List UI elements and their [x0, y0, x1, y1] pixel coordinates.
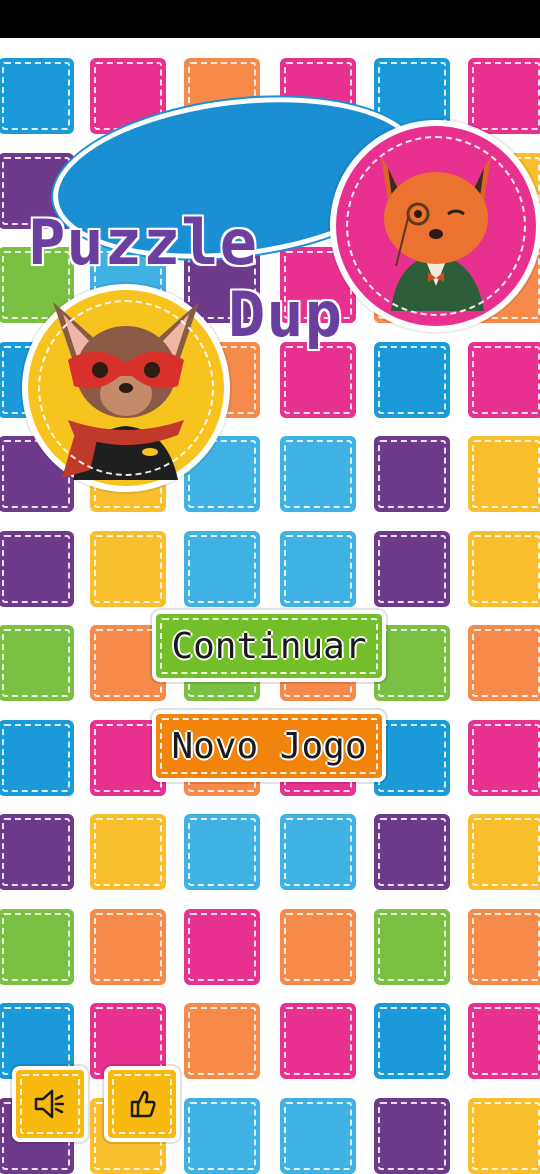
background-tile — [0, 909, 74, 985]
background-tile — [374, 436, 450, 512]
game-title-line-1: Puzzle — [27, 205, 258, 280]
new-game-button[interactable]: Novo Jogo — [152, 710, 386, 782]
background-tile — [374, 531, 450, 607]
background-tile — [468, 909, 540, 985]
speaker-icon — [34, 1089, 65, 1119]
background-tile — [0, 814, 74, 890]
background-tile — [468, 1098, 540, 1174]
background-tile — [374, 909, 450, 985]
fox-character-badge — [330, 120, 540, 332]
background-tile — [374, 1003, 450, 1079]
background-tile — [0, 58, 74, 134]
background-tile — [374, 814, 450, 890]
background-tile — [90, 909, 166, 985]
background-tile — [374, 342, 450, 418]
dog-character-badge — [22, 284, 230, 492]
background-tile — [280, 436, 356, 512]
rate-button[interactable] — [104, 1066, 180, 1142]
background-tile — [0, 531, 74, 607]
background-tile — [280, 342, 356, 418]
background-tile — [468, 1003, 540, 1079]
background-tile — [184, 1003, 260, 1079]
sound-button[interactable] — [12, 1066, 88, 1142]
background-tile — [468, 814, 540, 890]
background-tile — [184, 909, 260, 985]
background-tile — [280, 909, 356, 985]
background-tile — [280, 1098, 356, 1174]
dog-character-icon — [53, 302, 199, 480]
background-tile — [468, 58, 540, 134]
background-tile — [468, 720, 540, 796]
thumbs-up-icon — [130, 1090, 156, 1118]
background-tile — [184, 531, 260, 607]
background-tile — [468, 531, 540, 607]
background-tile — [90, 814, 166, 890]
background-tile — [468, 436, 540, 512]
fox-character-icon — [381, 156, 491, 311]
continue-button[interactable]: Continuar — [152, 610, 386, 682]
background-tile — [0, 625, 74, 701]
background-tile — [0, 720, 74, 796]
background-tile — [280, 531, 356, 607]
background-tile — [468, 625, 540, 701]
status-bar — [0, 0, 540, 38]
game-title-line-2: Dup — [227, 277, 343, 352]
background-tile — [184, 1098, 260, 1174]
background-tile — [184, 814, 260, 890]
background-tile — [280, 1003, 356, 1079]
background-tile — [468, 342, 540, 418]
background-tile — [280, 814, 356, 890]
background-tile — [90, 531, 166, 607]
background-tile — [374, 1098, 450, 1174]
